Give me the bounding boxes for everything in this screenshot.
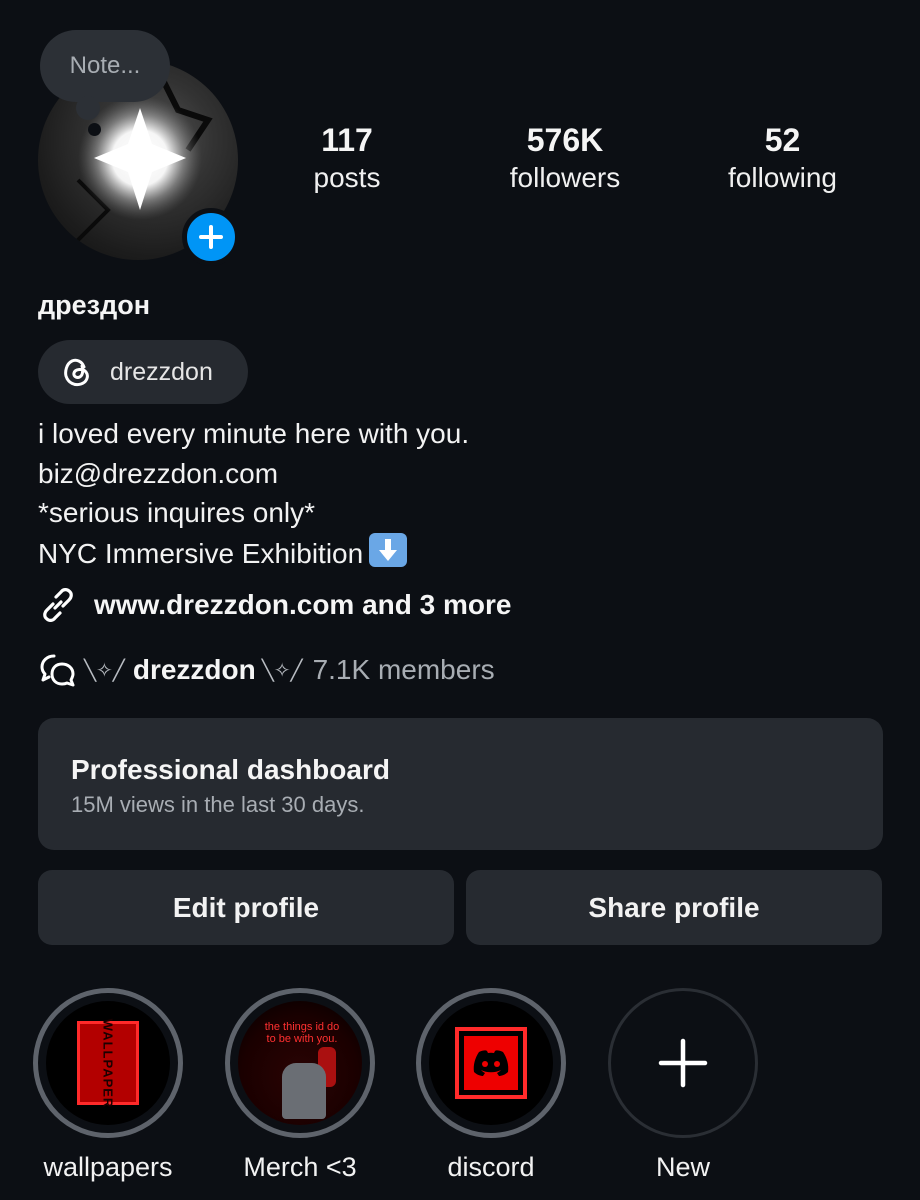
followers-count[interactable]: 576K followers: [490, 120, 640, 196]
threads-badge[interactable]: drezzdon: [38, 340, 248, 404]
dashboard-title: Professional dashboard: [71, 754, 390, 785]
avatar-container[interactable]: Note...: [38, 30, 240, 266]
note-bubble[interactable]: Note...: [40, 30, 170, 102]
highlight-wallpapers[interactable]: WALLPAPER wallpapers: [33, 988, 183, 1183]
merch-cover-hoodie: [282, 1063, 326, 1119]
display-name: дрездон: [38, 290, 151, 320]
plus-icon: [658, 1038, 708, 1088]
followers-value: 576K: [526, 122, 604, 158]
bio-line-exhibition: NYC Immersive Exhibition: [38, 532, 469, 574]
highlight-cover: the things id do to be with you.: [238, 1001, 362, 1125]
bio: i loved every minute here with you. biz@…: [38, 414, 469, 573]
highlight-ring: WALLPAPER: [33, 988, 183, 1138]
highlight-label: Merch <3: [243, 1152, 357, 1182]
wallpaper-cover-text: WALLPAPER: [100, 1018, 116, 1108]
highlight-discord[interactable]: discord: [416, 988, 566, 1183]
following-value: 52: [764, 122, 801, 158]
following-label: following: [728, 162, 837, 193]
bio-email[interactable]: biz@drezzdon.com: [38, 454, 469, 494]
threads-handle: drezzdon: [110, 357, 213, 386]
new-highlight-ring: [608, 988, 758, 1138]
channel-name: drezzdon: [132, 654, 256, 685]
dashboard-subtitle: 15M views in the last 30 days.: [71, 792, 365, 817]
highlight-ring: the things id do to be with you.: [225, 988, 375, 1138]
highlight-merch[interactable]: the things id do to be with you. Merch <…: [225, 988, 375, 1183]
following-count[interactable]: 52 following: [710, 120, 855, 196]
link-icon: [43, 588, 73, 622]
down-arrow-emoji-icon: [369, 532, 408, 567]
broadcast-channel[interactable]: ╲✧╱ drezzdon ╲✧╱ 7.1K members: [38, 652, 495, 688]
merch-cover-text: the things id do to be with you.: [264, 1021, 340, 1045]
bio-line: i loved every minute here with you.: [38, 418, 470, 449]
website-link-text[interactable]: www.drezzdon.com and 3 more: [94, 589, 511, 621]
highlight-cover: [429, 1001, 553, 1125]
posts-value: 117: [321, 122, 373, 158]
bio-line: NYC Immersive Exhibition: [38, 537, 364, 569]
posts-count[interactable]: 117 posts: [287, 120, 407, 196]
channel-wing-right: ╲✧╱: [261, 659, 303, 682]
bio-line: *serious inquires only*: [38, 497, 316, 528]
discord-cover-tile: [464, 1036, 518, 1090]
note-bubble-tail: [76, 96, 100, 120]
add-story-button[interactable]: [182, 208, 240, 266]
discord-cover-frame: [455, 1027, 527, 1099]
profile-page: Note... 117 posts 576K followers 52 foll…: [0, 0, 920, 1200]
highlight-label: wallpapers: [43, 1152, 173, 1182]
posts-label: posts: [313, 162, 381, 193]
plus-icon: [199, 225, 223, 249]
highlight-label: discord: [447, 1152, 535, 1182]
followers-label: followers: [509, 162, 621, 193]
edit-profile-button[interactable]: Edit profile: [38, 870, 454, 945]
highlight-label: New: [655, 1152, 710, 1182]
new-highlight-button[interactable]: New: [608, 988, 758, 1183]
channel-members: 7.1K members: [312, 654, 495, 685]
highlight-cover: WALLPAPER: [46, 1001, 170, 1125]
broadcast-chat-icon: [40, 654, 75, 687]
professional-dashboard-card[interactable]: Professional dashboard 15M views in the …: [38, 718, 883, 850]
threads-icon: [64, 358, 89, 387]
share-profile-button[interactable]: Share profile: [466, 870, 882, 945]
wallpaper-cover-image: WALLPAPER: [77, 1018, 139, 1108]
note-bubble-tail-dot: [88, 123, 101, 136]
discord-icon: [473, 1050, 509, 1076]
website-link[interactable]: www.drezzdon.com and 3 more: [38, 585, 511, 625]
channel-wing-left: ╲✧╱: [84, 659, 125, 682]
note-placeholder: Note...: [69, 52, 141, 79]
highlight-ring: [416, 988, 566, 1138]
